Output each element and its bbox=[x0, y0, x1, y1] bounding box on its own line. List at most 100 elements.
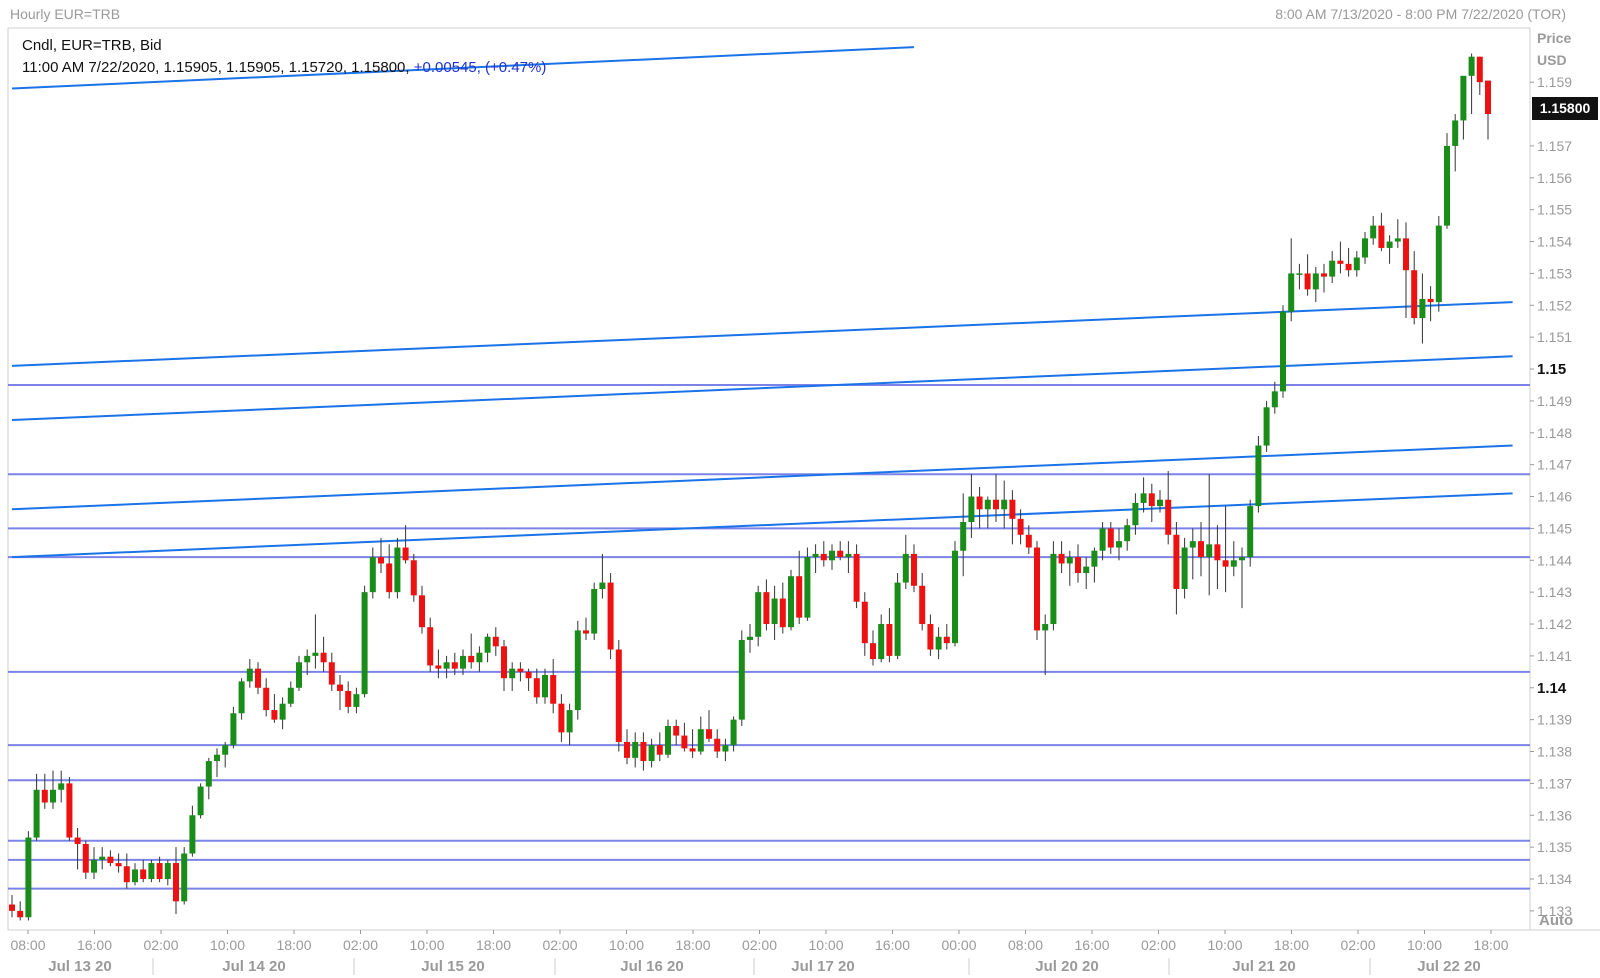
price-tick-label: 1.153 bbox=[1537, 265, 1572, 281]
price-tick-label: 1.155 bbox=[1537, 202, 1572, 218]
candle-up bbox=[1001, 499, 1008, 510]
candle-up bbox=[697, 729, 704, 752]
candle-down bbox=[1403, 238, 1409, 271]
candle-down bbox=[1476, 56, 1483, 83]
auto-scale-button[interactable]: Auto bbox=[1535, 910, 1597, 932]
time-tick-label: 10:00 bbox=[1207, 937, 1242, 953]
time-tick-label: 02:00 bbox=[1340, 937, 1375, 953]
candle-down bbox=[943, 636, 950, 644]
candle-up bbox=[1271, 391, 1278, 408]
candle-up bbox=[935, 636, 942, 650]
candle-down bbox=[1025, 534, 1032, 548]
candle-up bbox=[197, 786, 204, 816]
candle-down bbox=[1222, 560, 1229, 567]
price-tick-label: 1.135 bbox=[1537, 839, 1572, 855]
candle-down bbox=[410, 560, 417, 596]
time-tick-label: 02:00 bbox=[343, 937, 378, 953]
candle-down bbox=[870, 643, 876, 660]
price-tick-label: 1.157 bbox=[1537, 138, 1572, 154]
time-tick-label: 16:00 bbox=[875, 937, 910, 953]
candle-up bbox=[1468, 56, 1475, 76]
candle-down bbox=[681, 735, 688, 749]
candle-up bbox=[230, 713, 237, 746]
candle-down bbox=[263, 687, 270, 711]
candle-up bbox=[665, 726, 671, 755]
price-tick-label: 1.159 bbox=[1537, 74, 1572, 90]
candle-up bbox=[722, 745, 729, 752]
date-label: Jul 20 20 bbox=[1035, 958, 1098, 975]
candle-down bbox=[468, 655, 475, 663]
candle-down bbox=[386, 563, 393, 593]
price-tick-label: 1.138 bbox=[1537, 744, 1572, 760]
price-tick-label: 1.154 bbox=[1537, 234, 1572, 250]
candle-up bbox=[1444, 145, 1450, 226]
candle-up bbox=[771, 598, 778, 625]
candle-up bbox=[1099, 528, 1106, 551]
date-label: Jul 14 20 bbox=[222, 958, 285, 975]
candle-down bbox=[173, 863, 179, 902]
candle-up bbox=[952, 550, 958, 644]
date-label: Jul 21 20 bbox=[1232, 958, 1295, 975]
candle-up bbox=[566, 710, 573, 733]
current-price-badge: 1.15800 bbox=[1532, 97, 1598, 120]
time-axis-ticks: 08:00 16:00 02:00 10:00 18:00 02:00 10:00 18:00… bbox=[10, 930, 1509, 953]
time-tick-label: 02:00 bbox=[1141, 937, 1176, 953]
candle-up bbox=[1230, 560, 1237, 567]
candle-up bbox=[296, 662, 302, 688]
candle-up bbox=[509, 668, 516, 679]
price-tick-label: 1.15 bbox=[1537, 361, 1566, 378]
trend-line bbox=[11, 355, 1513, 422]
candle-up bbox=[460, 655, 466, 669]
candle-down bbox=[640, 741, 647, 762]
candle-down bbox=[673, 726, 680, 736]
candle-down bbox=[927, 624, 934, 650]
price-tick-label: 1.134 bbox=[1537, 871, 1572, 887]
candle-up bbox=[1247, 506, 1254, 558]
candle-down bbox=[66, 783, 73, 838]
candle-down bbox=[1009, 499, 1016, 519]
candle-down bbox=[1034, 547, 1040, 631]
candle-up bbox=[829, 550, 835, 561]
candle-up bbox=[181, 853, 188, 902]
horizontal-levels bbox=[8, 383, 1530, 890]
candle-up bbox=[1157, 499, 1163, 507]
candle-down bbox=[402, 547, 409, 561]
candle-down bbox=[123, 866, 130, 883]
date-label: Jul 16 20 bbox=[620, 958, 683, 975]
candle-down bbox=[837, 550, 844, 558]
candle-up bbox=[279, 703, 286, 720]
candle-up bbox=[238, 681, 245, 714]
candle-up bbox=[1394, 238, 1401, 242]
candle-down bbox=[1411, 270, 1418, 319]
candle-up bbox=[599, 582, 606, 589]
candle-up bbox=[25, 837, 32, 918]
candle-down bbox=[1321, 273, 1327, 277]
candle-up bbox=[312, 652, 319, 656]
price-tick-label: 1.144 bbox=[1537, 552, 1572, 568]
time-tick-label: 16:00 bbox=[1074, 937, 1109, 953]
candle-down bbox=[624, 741, 630, 758]
candle-up bbox=[878, 624, 885, 660]
candle-down bbox=[271, 710, 278, 720]
price-tick-label: 1.147 bbox=[1537, 457, 1572, 473]
candle-up bbox=[755, 592, 762, 637]
date-label: Jul 13 20 bbox=[48, 958, 111, 975]
candlestick-chart[interactable]: 1.1331.1341.1351.1361.1371.1381.1391.141… bbox=[0, 0, 1600, 978]
candle-down bbox=[74, 837, 81, 844]
candle-down bbox=[656, 745, 663, 755]
candle-up bbox=[1255, 445, 1262, 507]
candle-up bbox=[542, 675, 548, 698]
candle-down bbox=[115, 863, 122, 867]
candle-down bbox=[41, 789, 48, 803]
candle-down bbox=[525, 671, 532, 679]
candle-up bbox=[804, 557, 811, 618]
candle-down bbox=[1485, 80, 1491, 115]
candle-up bbox=[50, 789, 56, 803]
price-tick-label: 1.149 bbox=[1537, 393, 1572, 409]
candle-up bbox=[1312, 273, 1319, 290]
candle-up bbox=[894, 582, 901, 656]
date-label: Jul 22 20 bbox=[1417, 958, 1480, 975]
candle-down bbox=[583, 630, 589, 634]
candle-up bbox=[222, 745, 229, 755]
candle-down bbox=[17, 910, 24, 918]
